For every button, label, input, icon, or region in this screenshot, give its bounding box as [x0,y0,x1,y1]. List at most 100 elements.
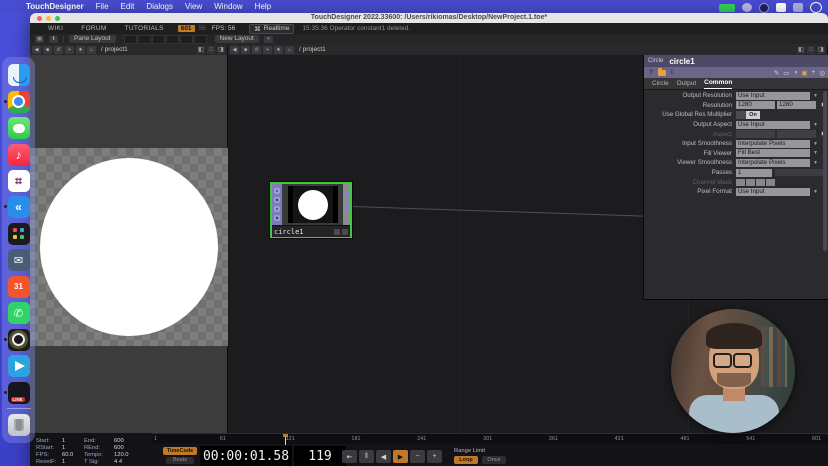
finder-icon[interactable] [8,64,30,86]
param-number-field[interactable]: 1 [736,169,772,177]
split-left-button[interactable]: ◧ [197,46,205,54]
dock-item-finder[interactable] [8,64,30,86]
node-output-connector[interactable] [345,204,350,211]
help-icon[interactable]: ? [649,69,653,76]
sync-icon[interactable] [742,3,752,12]
node-viewer-flag-icon[interactable]: ● [274,188,280,194]
param-dropdown[interactable]: Interpolate Pixels [736,140,810,148]
step-forward-button[interactable]: + [427,450,442,463]
save-layout-icon[interactable]: ⬇ [49,36,58,43]
dock-item-chrome[interactable] [8,91,30,113]
menu-item-edit[interactable]: Edit [121,2,135,11]
grid-icon[interactable]: ▦ [35,36,44,43]
dock-item-slack[interactable]: ⌗ [8,170,30,192]
realtime-toggle[interactable]: ⌘ Realtime [249,24,294,34]
param-dropdown[interactable]: Use Input [736,92,810,100]
folder-icon[interactable] [658,70,666,76]
slack-icon[interactable]: ⌗ [8,170,30,192]
pane-add-button[interactable]: + [263,46,272,54]
add-layout-button[interactable]: + [264,36,273,43]
play-reverse-button[interactable]: ◀ [376,450,391,463]
param-value-field[interactable] [777,130,816,138]
timeline-field-value[interactable]: 1 [62,438,84,444]
timecode-mode-button[interactable]: TimeCode [163,447,197,455]
split-left-button[interactable]: ◧ [797,46,805,54]
dock-item-music[interactable]: ♪ [8,144,30,166]
vscode-icon[interactable]: « [8,196,30,218]
step-back-button[interactable]: − [410,450,425,463]
channel-mask-box[interactable] [736,179,745,186]
pane-back-button[interactable]: ◀ [230,46,239,54]
param-label[interactable]: Fill Viewer [644,150,736,157]
comment-icon[interactable]: ▭ [783,69,789,77]
timeline-field-value[interactable]: 120.0 [114,452,140,458]
maximize-pane-button[interactable]: □ [807,46,815,54]
pane-type-button[interactable]: ■ [241,46,250,54]
dock-item-messages[interactable] [8,117,30,139]
chevron-down-icon[interactable]: ▼ [813,189,818,195]
timeline-field-value[interactable]: 1 [62,459,84,465]
param-label[interactable]: Channel Mask [644,179,736,186]
menu-item-file[interactable]: File [96,2,109,11]
bypass-icon[interactable]: ◎ [819,69,825,77]
topbar-link-forum[interactable]: FORUM [81,25,106,32]
node-clone-flag-icon[interactable]: ◆ [274,197,280,203]
pane-reload-button[interactable]: ↺ [252,46,261,54]
menu-item-view[interactable]: View [185,2,202,11]
tab-output[interactable]: Output [677,80,697,89]
window-titlebar[interactable]: TouchDesigner 2022.33600: /Users/rikioma… [30,13,828,23]
node-bypass-flag-icon[interactable]: ● [274,206,280,212]
info-icon[interactable]: i [671,69,673,76]
control-center-icon[interactable] [810,2,822,13]
param-dropdown[interactable]: Interpolate Pixels [736,159,810,167]
loop-button[interactable]: Loop [454,456,478,464]
calendar-icon[interactable]: 31 [8,276,30,298]
dock-item-photos-dark[interactable] [8,223,30,245]
menu-item-help[interactable]: Help [255,2,271,11]
node-lock-flag-icon[interactable]: ◆ [274,215,280,221]
param-slider[interactable] [775,169,826,176]
param-label[interactable]: Input Smoothness [644,140,736,147]
layout-preset-slot[interactable] [180,35,193,44]
topbar-link-tutorials[interactable]: TUTORIALS [125,25,164,32]
timeline-field-value[interactable]: 1 [62,445,84,451]
layout-preset-slot[interactable] [152,35,165,44]
param-dropdown[interactable]: Use Input [736,188,810,196]
split-right-button[interactable]: ◨ [817,46,825,54]
camera-icon[interactable] [776,3,786,12]
display-icon[interactable] [759,3,769,13]
trash-icon[interactable] [8,414,30,436]
pane-home-button[interactable]: ⌂ [87,46,96,54]
new-layout-button[interactable]: New Layout [215,35,259,43]
channel-mask-box[interactable] [766,179,775,186]
chrome-icon[interactable] [8,91,30,113]
timeline-field-value[interactable]: 600 [114,445,140,451]
node-render-toggle[interactable] [342,229,348,235]
param-label[interactable]: Pixel Format [644,188,736,195]
telegram-icon[interactable] [8,355,30,377]
dock-item-calendar[interactable]: 31 [8,276,30,298]
music-icon[interactable]: ♪ [8,144,30,166]
node-display-toggle[interactable] [334,229,340,235]
menu-app-name[interactable]: TouchDesigner [26,2,84,11]
dock-item-vscode[interactable]: « [8,196,30,218]
chevron-down-icon[interactable]: ▼ [813,122,818,128]
pane-type-button[interactable]: ■ [43,46,52,54]
pane-layout-button[interactable]: Pane Layout [69,35,116,43]
timeline-field-value[interactable]: 4 4 [114,459,140,465]
param-label[interactable]: Resolution [644,102,736,109]
dock-item-trash[interactable] [8,414,30,436]
toggle-on-part[interactable]: On [746,111,760,119]
node-flags-strip[interactable]: ● ◆ ● ◆ [272,184,282,225]
param-value-field[interactable] [736,130,775,138]
maximize-pane-button[interactable]: □ [207,46,215,54]
messages-icon[interactable] [8,117,30,139]
layout-preset-slot[interactable] [166,35,179,44]
layout-preset-slot[interactable] [124,35,137,44]
param-dropdown[interactable]: Fill Best [736,149,810,157]
circle1-node[interactable]: ● ◆ ● ◆ circle [270,182,352,238]
whatsapp-icon[interactable]: ✆ [8,302,30,324]
chevron-down-icon[interactable]: ▼ [813,150,818,156]
play-forward-button[interactable]: ▶ [393,450,408,463]
channel-mask-box[interactable] [746,179,755,186]
